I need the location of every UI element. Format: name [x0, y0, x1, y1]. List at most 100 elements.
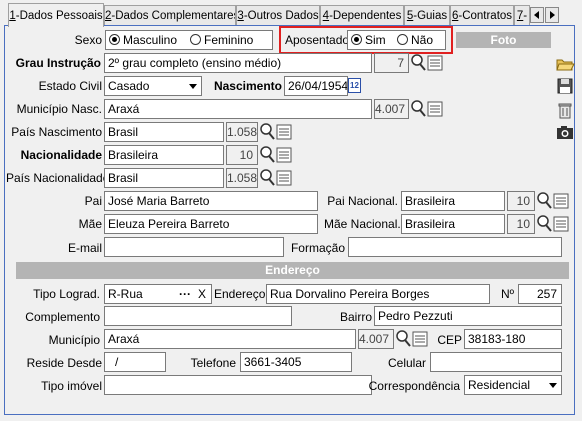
camera-icon — [557, 126, 573, 139]
mae-nacional-code: 10 — [507, 214, 535, 234]
tab-guias[interactable]: 5-Guias — [404, 5, 450, 25]
calendar-button[interactable]: 12 — [348, 78, 361, 93]
tipo-lograd-field[interactable]: R-Rua ··· X — [104, 284, 212, 304]
celular-field[interactable] — [430, 352, 562, 372]
municipio-nasc-field[interactable]: Araxá — [104, 99, 372, 119]
nacionalidade-field[interactable]: Brasileira — [104, 145, 224, 165]
pai-nacional-field[interactable]: Brasileira — [401, 191, 505, 211]
pai-field[interactable]: José Maria Barreto — [104, 191, 318, 211]
magnifier-list-icon — [396, 330, 428, 347]
bairro-label: Bairro — [339, 310, 372, 324]
pais-nacionalidade-lookup-button[interactable] — [259, 168, 293, 188]
pai-label: Pai — [84, 194, 102, 208]
camera-button[interactable] — [555, 122, 575, 142]
municipio-lookup-button[interactable] — [395, 329, 429, 349]
complemento-label: Complemento — [25, 310, 100, 324]
municipio-code: 4.007 — [358, 329, 394, 349]
municipio-field[interactable]: Araxá — [104, 329, 356, 349]
tipo-lograd-clear-button[interactable]: X — [198, 285, 206, 303]
grau-instrucao-label: Grau Instrução — [15, 56, 101, 70]
pais-nacionalidade-field[interactable]: Brasil — [104, 168, 224, 188]
tab-scroll-right-button[interactable] — [545, 7, 559, 23]
aposentado-label: Aposentado — [285, 33, 350, 47]
numero-field[interactable]: 257 — [518, 284, 562, 304]
tab-scroll-left-button[interactable] — [530, 7, 544, 23]
mae-nacional-lookup-button[interactable] — [536, 214, 570, 234]
tab-dados-complementares[interactable]: 2-Dados Complementares — [104, 5, 236, 25]
tab-contratos[interactable]: 6-Contratos — [450, 5, 514, 25]
magnifier-list-icon — [537, 215, 569, 232]
cep-label: CEP — [437, 333, 462, 347]
folder-open-button[interactable] — [555, 54, 575, 74]
pais-nacionalidade-label: País Nacionalidade — [6, 171, 110, 185]
mae-nacional-field[interactable]: Brasileira — [401, 214, 505, 234]
delete-button[interactable] — [555, 100, 575, 120]
tab-dados-pessoais[interactable]: 1-Dados Pessoais — [8, 3, 104, 27]
sexo-feminino-radio[interactable] — [190, 34, 201, 45]
magnifier-list-icon — [260, 146, 292, 163]
pais-nacionalidade-code: 1.058 — [226, 168, 258, 188]
nacionalidade-code: 10 — [226, 145, 258, 165]
complemento-field[interactable] — [104, 306, 292, 326]
sexo-feminino-label[interactable]: Feminino — [204, 33, 253, 47]
aposentado-nao-radio[interactable] — [397, 34, 408, 45]
trash-icon — [558, 103, 572, 119]
magnifier-list-icon — [411, 54, 443, 71]
nascimento-field[interactable]: 26/04/1954 — [284, 76, 348, 96]
magnifier-list-icon — [537, 192, 569, 209]
aposentado-sim-label[interactable]: Sim — [365, 33, 386, 47]
celular-label: Celular — [387, 356, 426, 370]
reside-desde-label: Reside Desde — [26, 356, 102, 370]
municipio-nasc-lookup-button[interactable] — [410, 99, 444, 119]
telefone-label: Telefone — [190, 356, 236, 370]
numero-label: Nº — [500, 287, 514, 301]
bairro-field[interactable]: Pedro Pezzuti — [374, 306, 562, 326]
chevron-down-icon — [189, 84, 197, 89]
aposentado-nao-label[interactable]: Não — [411, 33, 433, 47]
estado-civil-select[interactable]: Casado — [104, 76, 202, 96]
endereco-section-header: Endereço — [16, 262, 569, 279]
pai-nacional-code: 10 — [507, 191, 535, 211]
email-field[interactable] — [104, 237, 284, 257]
endereco-field[interactable]: Rua Dorvalino Pereira Borges — [266, 284, 490, 304]
sexo-masculino-label[interactable]: Masculino — [123, 33, 177, 47]
cep-field[interactable]: 38183-180 — [464, 329, 562, 349]
tab-outros-dados[interactable]: 3-Outros Dados — [236, 5, 320, 25]
arrow-left-icon — [534, 11, 539, 19]
tipo-imovel-field[interactable] — [104, 375, 372, 395]
endereco-label: Endereço — [214, 287, 266, 301]
correspondencia-select[interactable]: Residencial — [464, 375, 562, 395]
sexo-masculino-radio[interactable] — [109, 34, 120, 45]
chevron-down-icon — [549, 383, 557, 388]
tipo-lograd-label: Tipo Lograd. — [33, 287, 100, 301]
pai-nacional-label: Pai Nacional. — [327, 194, 398, 208]
formacao-field[interactable] — [348, 237, 562, 257]
correspondencia-value: Residencial — [468, 378, 531, 392]
email-label: E-mail — [67, 241, 102, 255]
save-button[interactable] — [555, 76, 575, 96]
pais-nascimento-field[interactable]: Brasil — [104, 122, 224, 142]
tipo-lograd-value: R-Rua — [108, 287, 143, 301]
tab-dependentes[interactable]: 4-Dependentes — [320, 5, 404, 25]
magnifier-list-icon — [411, 100, 443, 117]
telefone-field[interactable]: 3661-3405 — [240, 352, 352, 372]
mae-field[interactable]: Eleuza Pereira Barreto — [104, 214, 318, 234]
nascimento-label: Nascimento — [213, 79, 282, 93]
pais-nascimento-lookup-button[interactable] — [259, 122, 293, 142]
arrow-right-icon — [550, 11, 555, 19]
mae-label: Mãe — [78, 217, 102, 231]
reside-desde-field[interactable]: / — [104, 352, 166, 372]
sexo-label: Sexo — [74, 33, 102, 47]
pai-nacional-lookup-button[interactable] — [536, 191, 570, 211]
tipo-imovel-label: Tipo imóvel — [41, 379, 102, 393]
tipo-lograd-browse-button[interactable]: ··· — [179, 285, 191, 303]
grau-instrucao-field[interactable]: 2º grau completo (ensino médio) — [104, 53, 372, 73]
magnifier-list-icon — [260, 123, 292, 140]
grau-instrucao-lookup-button[interactable] — [410, 53, 444, 73]
aposentado-sim-radio[interactable] — [351, 34, 362, 45]
grau-instrucao-code: 7 — [374, 53, 409, 73]
correspondencia-label: Correspondência — [368, 379, 460, 393]
municipio-nasc-code: 4.007 — [374, 99, 409, 119]
tab-7[interactable]: 7- — [514, 5, 530, 25]
nacionalidade-lookup-button[interactable] — [259, 145, 293, 165]
